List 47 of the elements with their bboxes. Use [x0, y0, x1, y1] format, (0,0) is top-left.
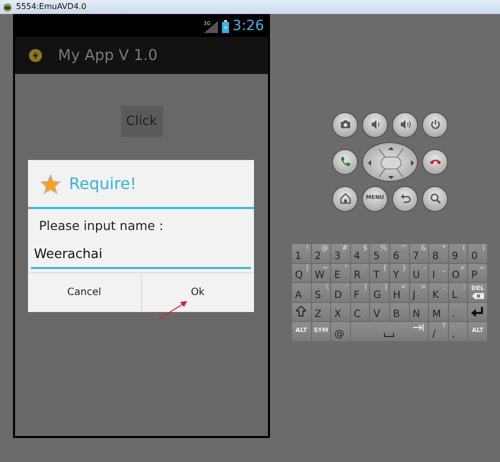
keyboard-key[interactable]: B — [390, 302, 409, 321]
app-icon — [29, 49, 42, 62]
window-title: 5554:EmuAVD4.0 — [16, 1, 86, 13]
enter-icon — [471, 306, 484, 317]
backspace-icon — [472, 292, 484, 299]
keyboard-key[interactable]: N — [410, 302, 428, 321]
name-input[interactable]: Weerachai — [31, 242, 251, 268]
keyboard-key[interactable]: V — [370, 302, 389, 321]
home-key[interactable] — [332, 186, 358, 212]
end-call-key[interactable] — [422, 148, 448, 174]
app-title: My App V 1.0 — [58, 45, 158, 66]
keyboard-key[interactable]: C — [350, 302, 370, 321]
keyboard-key[interactable]: . — [448, 302, 468, 321]
camera-key[interactable] — [332, 112, 358, 138]
call-icon — [338, 155, 352, 168]
space-icon — [384, 333, 394, 338]
annotation-arrow — [156, 299, 188, 321]
power-icon — [428, 118, 442, 131]
click-button[interactable]: Click — [120, 106, 162, 137]
shift-key[interactable] — [292, 302, 311, 321]
shift-icon — [296, 306, 306, 318]
volume-down-key[interactable] — [362, 112, 388, 138]
keyboard-key[interactable]: @ — [331, 322, 350, 340]
enter-key[interactable] — [468, 302, 487, 321]
search-key[interactable] — [422, 186, 448, 212]
volume-up-icon — [398, 118, 412, 131]
back-key[interactable] — [392, 186, 418, 212]
keyboard-key[interactable]: , — [448, 322, 468, 340]
emulator-icon — [3, 2, 12, 12]
clock-time: 3:26 — [232, 17, 264, 36]
keyboard-key[interactable]: A — [292, 283, 311, 302]
tab-icon — [413, 324, 424, 331]
keyboard-key[interactable]: Z — [312, 302, 330, 321]
camera-icon — [338, 118, 352, 131]
back-icon — [398, 192, 412, 205]
battery-icon — [222, 20, 229, 33]
dialog-title: Require! — [69, 172, 136, 194]
dialog-message: Please input name : — [38, 217, 164, 235]
power-key[interactable] — [422, 112, 448, 138]
home-icon — [338, 192, 352, 205]
volume-up-key[interactable] — [392, 112, 418, 138]
keyboard-key[interactable]: M — [429, 302, 448, 321]
keyboard-key[interactable]: X — [331, 302, 350, 321]
dialog-button[interactable]: Cancel — [28, 272, 140, 312]
call-key[interactable] — [332, 148, 358, 174]
search-icon — [428, 192, 442, 205]
star-icon — [40, 174, 61, 194]
